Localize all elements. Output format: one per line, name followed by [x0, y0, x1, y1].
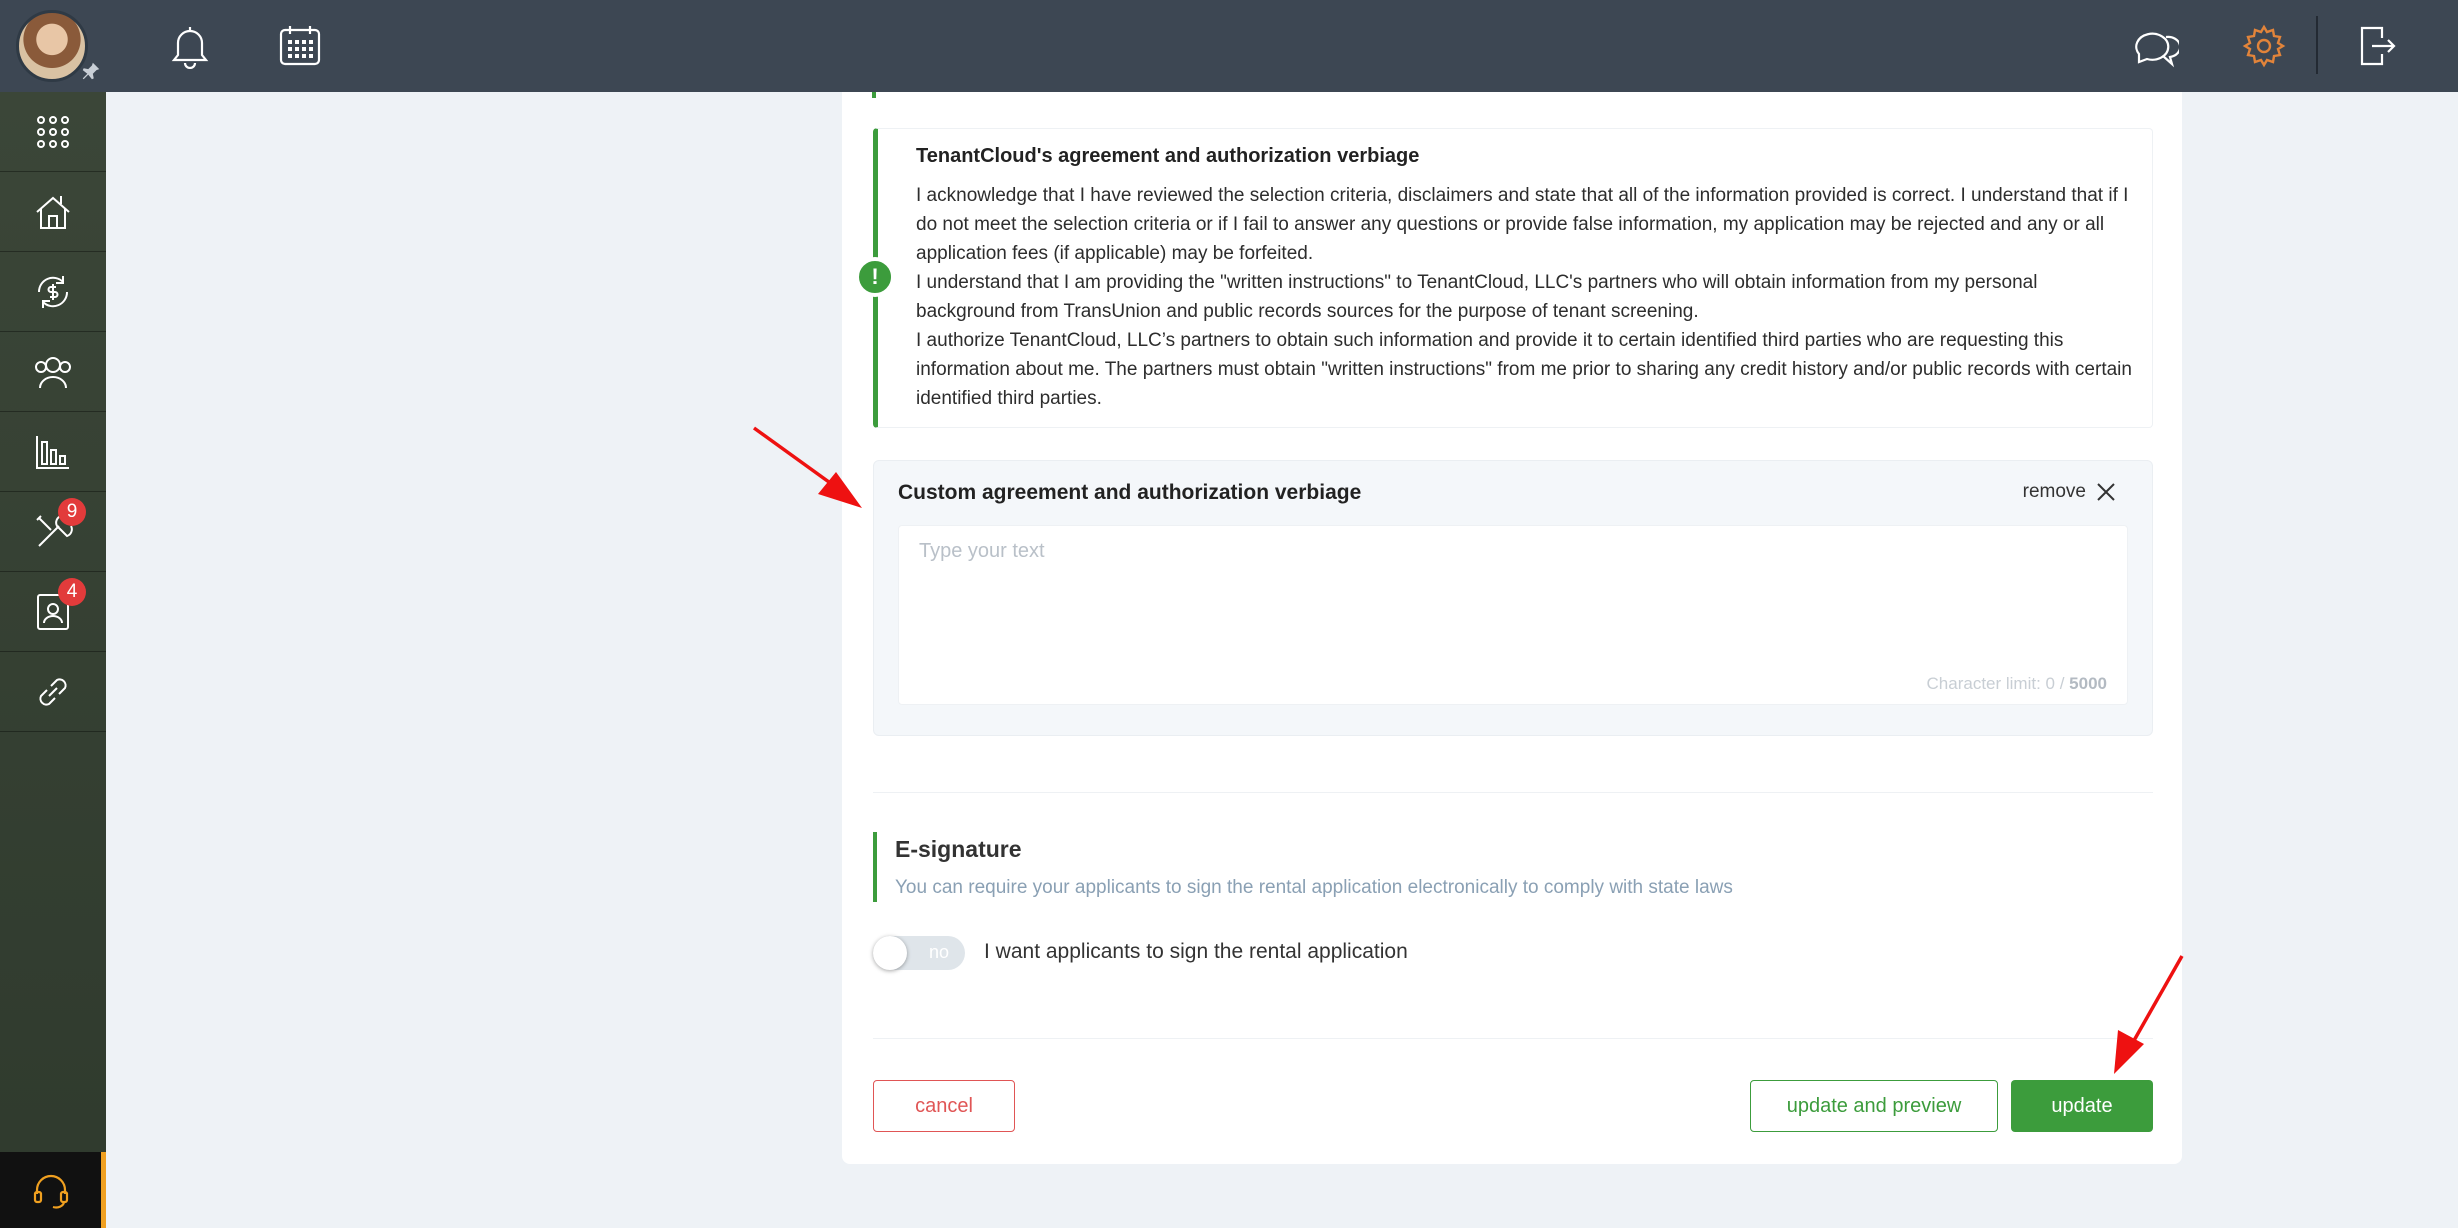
logout-icon[interactable] — [2352, 20, 2404, 72]
esignature-title: E-signature — [895, 836, 1022, 862]
remove-label: remove — [2022, 481, 2086, 502]
sidebar: 9 4 — [0, 92, 106, 1228]
toggle-state: no — [928, 942, 949, 962]
apps-grid-icon — [37, 115, 69, 148]
top-bar — [0, 0, 2458, 92]
reports-icon — [36, 435, 69, 469]
sidebar-item-reports[interactable] — [0, 412, 106, 492]
custom-verbiage-title: Custom agreement and authorization verbi… — [898, 481, 1362, 504]
verbiage-paragraph-2: I understand that I am providing the "wr… — [916, 272, 2038, 322]
verbiage-title: TenantCloud's agreement and authorizatio… — [916, 145, 1420, 167]
remove-button[interactable]: remove — [2023, 481, 2116, 503]
topbar-divider — [2316, 16, 2318, 74]
sidebar-item-apps[interactable] — [0, 92, 106, 172]
sidebar-item-maintenance[interactable]: 9 — [0, 492, 106, 572]
properties-icon — [36, 195, 70, 229]
user-avatar[interactable] — [16, 10, 88, 82]
footer-divider — [873, 1038, 2153, 1039]
payments-icon — [37, 275, 69, 308]
sidebar-item-properties[interactable] — [0, 172, 106, 252]
calendar-icon[interactable] — [274, 20, 326, 72]
sidebar-item-applications[interactable]: 4 — [0, 572, 106, 652]
sidebar-item-link[interactable] — [0, 652, 106, 732]
esignature-toggle-label: I want applicants to sign the rental app… — [984, 940, 1408, 963]
verbiage-paragraph-3: I authorize TenantCloud, LLC’s partners … — [916, 330, 2132, 409]
tenantcloud-verbiage-box: ! TenantCloud's agreement and authorizat… — [855, 128, 2153, 428]
headset-icon — [33, 1174, 68, 1209]
chat-icon[interactable] — [2130, 20, 2182, 72]
gear-icon[interactable] — [2238, 20, 2290, 72]
close-icon — [2097, 483, 2115, 501]
character-limit: Character limit: 0 / 5000 — [1927, 674, 2107, 694]
esignature-subtitle: You can require your applicants to sign … — [895, 877, 1733, 898]
applications-badge: 4 — [58, 578, 86, 606]
update-and-preview-button[interactable]: update and preview — [1750, 1080, 1998, 1132]
bell-icon[interactable] — [164, 20, 216, 72]
maintenance-badge: 9 — [58, 498, 86, 526]
toggle-knob — [873, 936, 907, 970]
character-limit-max: 5000 — [2069, 674, 2107, 693]
custom-verbiage-box: Custom agreement and authorization verbi… — [873, 460, 2153, 736]
support-button[interactable] — [0, 1152, 106, 1228]
custom-verbiage-textarea[interactable]: Type your text Character limit: 0 / 5000 — [898, 525, 2128, 705]
section-accent — [872, 92, 876, 98]
textarea-placeholder: Type your text — [919, 540, 1045, 562]
section-divider — [873, 792, 2153, 793]
verbiage-text: I acknowledge that I have reviewed the s… — [916, 181, 2136, 413]
cancel-button[interactable]: cancel — [873, 1080, 1015, 1132]
esignature-toggle[interactable]: no — [873, 936, 965, 970]
sidebar-item-people[interactable] — [0, 332, 106, 412]
verbiage-paragraph-1: I acknowledge that I have reviewed the s… — [916, 185, 2129, 264]
sidebar-item-payments[interactable] — [0, 252, 106, 332]
update-button[interactable]: update — [2011, 1080, 2153, 1132]
people-icon — [35, 356, 71, 388]
character-limit-prefix: Character limit: 0 / — [1926, 674, 2070, 693]
esignature-header: E-signature You can require your applica… — [873, 832, 1733, 902]
link-icon — [39, 677, 67, 706]
pin-icon — [82, 62, 100, 80]
exclamation-icon: ! — [855, 257, 895, 297]
